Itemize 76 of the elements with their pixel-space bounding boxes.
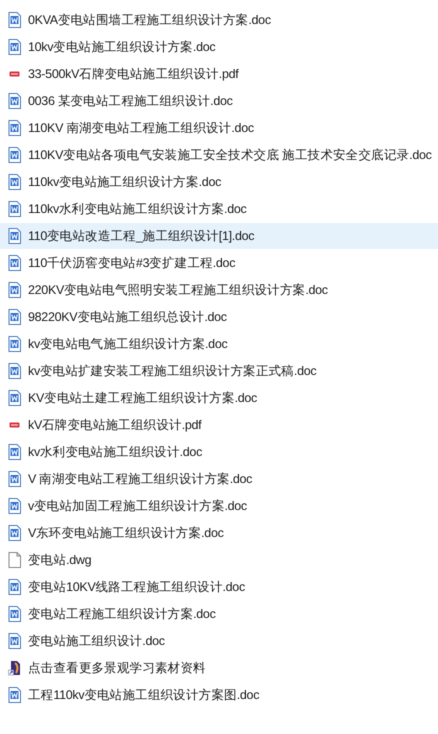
file-row[interactable]: 0KVA变电站围墙工程施工组织设计方案.doc: [0, 7, 438, 33]
file-name: 110kv变电站施工组织设计方案.doc: [28, 174, 222, 190]
document-icon: [8, 687, 21, 703]
file-row[interactable]: v变电站加固工程施工组织设计方案.doc: [0, 493, 438, 519]
file-row[interactable]: 110千伏沥窖变电站#3变扩建工程.doc: [0, 250, 438, 276]
file-name: kv变电站电气施工组织设计方案.doc: [28, 336, 228, 352]
file-name: 110千伏沥窖变电站#3变扩建工程.doc: [28, 254, 236, 272]
file-name: 变电站工程施工组织设计方案.doc: [28, 606, 216, 622]
file-name: v变电站加固工程施工组织设计方案.doc: [28, 498, 247, 514]
file-name: kv水利变电站施工组织设计.doc: [28, 444, 202, 460]
document-icon: [8, 39, 21, 55]
file-row[interactable]: 变电站施工组织设计.doc: [0, 628, 438, 654]
file-row[interactable]: 220KV变电站电气照明安装工程施工组织设计方案.doc: [0, 277, 438, 303]
file-name: V 南湖变电站工程施工组织设计方案.doc: [28, 470, 252, 488]
file-row[interactable]: V 南湖变电站工程施工组织设计方案.doc: [0, 466, 438, 492]
file-row[interactable]: 110KV 南湖变电站工程施工组织设计.doc: [0, 115, 438, 141]
file-name: 变电站10KV线路工程施工组织设计.doc: [28, 578, 245, 596]
document-icon: [8, 174, 21, 190]
file-row[interactable]: V东环变电站施工组织设计方案.doc: [0, 520, 438, 546]
file-name: kv变电站扩建安装工程施工组织设计方案正式稿.doc: [28, 362, 316, 380]
file-row[interactable]: kv变电站电气施工组织设计方案.doc: [0, 331, 438, 357]
file-row[interactable]: kv水利变电站施工组织设计.doc: [0, 439, 438, 465]
file-name: KV变电站土建工程施工组织设计方案.doc: [28, 390, 258, 406]
document-icon: [8, 579, 21, 595]
file-row[interactable]: 98220KV变电站施工组织总设计.doc: [0, 304, 438, 330]
document-icon: [8, 336, 21, 352]
document-icon: [8, 498, 21, 514]
file-name: kV石牌变电站施工组织设计.pdf: [28, 416, 202, 434]
file-row[interactable]: 变电站工程施工组织设计方案.doc: [0, 601, 438, 627]
file-name: 110变电站改造工程_施工组织设计[1].doc: [28, 228, 254, 244]
document-icon: [8, 390, 21, 406]
document-icon: [8, 525, 21, 541]
file-name: 0036 某变电站工程施工组织设计.doc: [28, 92, 233, 110]
file-row[interactable]: 变电站10KV线路工程施工组织设计.doc: [0, 574, 438, 600]
file-row[interactable]: 110kv水利变电站施工组织设计方案.doc: [0, 196, 438, 222]
shortcut-icon: [8, 660, 21, 676]
file-row[interactable]: 110kv变电站施工组织设计方案.doc: [0, 169, 438, 195]
document-icon: [8, 471, 21, 487]
file-row[interactable]: 110变电站改造工程_施工组织设计[1].doc: [0, 223, 438, 249]
file-name: 220KV变电站电气照明安装工程施工组织设计方案.doc: [28, 282, 328, 298]
document-icon: [8, 12, 21, 28]
file-name: 变电站施工组织设计.doc: [28, 632, 165, 650]
file-row[interactable]: 变电站.dwg: [0, 547, 438, 573]
document-icon: [8, 282, 21, 298]
file-row[interactable]: 点击查看更多景观学习素材资料: [0, 655, 438, 681]
document-icon: [8, 228, 21, 244]
file-row[interactable]: KV变电站土建工程施工组织设计方案.doc: [0, 385, 438, 411]
document-icon: [8, 309, 21, 325]
file-row[interactable]: 110KV变电站各项电气安装施工安全技术交底 施工技术安全交底记录.doc: [0, 142, 438, 168]
file-name: 工程110kv变电站施工组织设计方案图.doc: [28, 686, 260, 704]
file-name: 33-500kV石牌变电站施工组织设计.pdf: [28, 66, 238, 82]
file-name: V东环变电站施工组织设计方案.doc: [28, 524, 224, 542]
file-row[interactable]: 33-500kV石牌变电站施工组织设计.pdf: [0, 61, 438, 87]
document-icon: [8, 363, 21, 379]
file-icon: [8, 552, 21, 568]
document-icon: [8, 444, 21, 460]
document-icon: [8, 93, 21, 109]
file-name: 10kv变电站施工组织设计方案.doc: [28, 38, 216, 56]
file-name: 变电站.dwg: [28, 552, 92, 568]
file-name: 110kv水利变电站施工组织设计方案.doc: [28, 200, 246, 218]
document-icon: [8, 633, 21, 649]
file-name: 98220KV变电站施工组织总设计.doc: [28, 308, 227, 326]
file-name: 110KV变电站各项电气安装施工安全技术交底 施工技术安全交底记录.doc: [28, 146, 432, 164]
document-icon: [8, 606, 21, 622]
file-row[interactable]: kV石牌变电站施工组织设计.pdf: [0, 412, 438, 438]
file-name: 110KV 南湖变电站工程施工组织设计.doc: [28, 120, 254, 136]
file-row[interactable]: 10kv变电站施工组织设计方案.doc: [0, 34, 438, 60]
file-row[interactable]: 0036 某变电站工程施工组织设计.doc: [0, 88, 438, 114]
file-row[interactable]: 工程110kv变电站施工组织设计方案图.doc: [0, 682, 438, 708]
document-icon: [8, 147, 21, 163]
document-icon: [8, 120, 21, 136]
document-icon: [8, 201, 21, 217]
file-name: 0KVA变电站围墙工程施工组织设计方案.doc: [28, 12, 271, 28]
file-row[interactable]: kv变电站扩建安装工程施工组织设计方案正式稿.doc: [0, 358, 438, 384]
document-icon: [8, 255, 21, 271]
file-name: 点击查看更多景观学习素材资料: [28, 660, 206, 676]
